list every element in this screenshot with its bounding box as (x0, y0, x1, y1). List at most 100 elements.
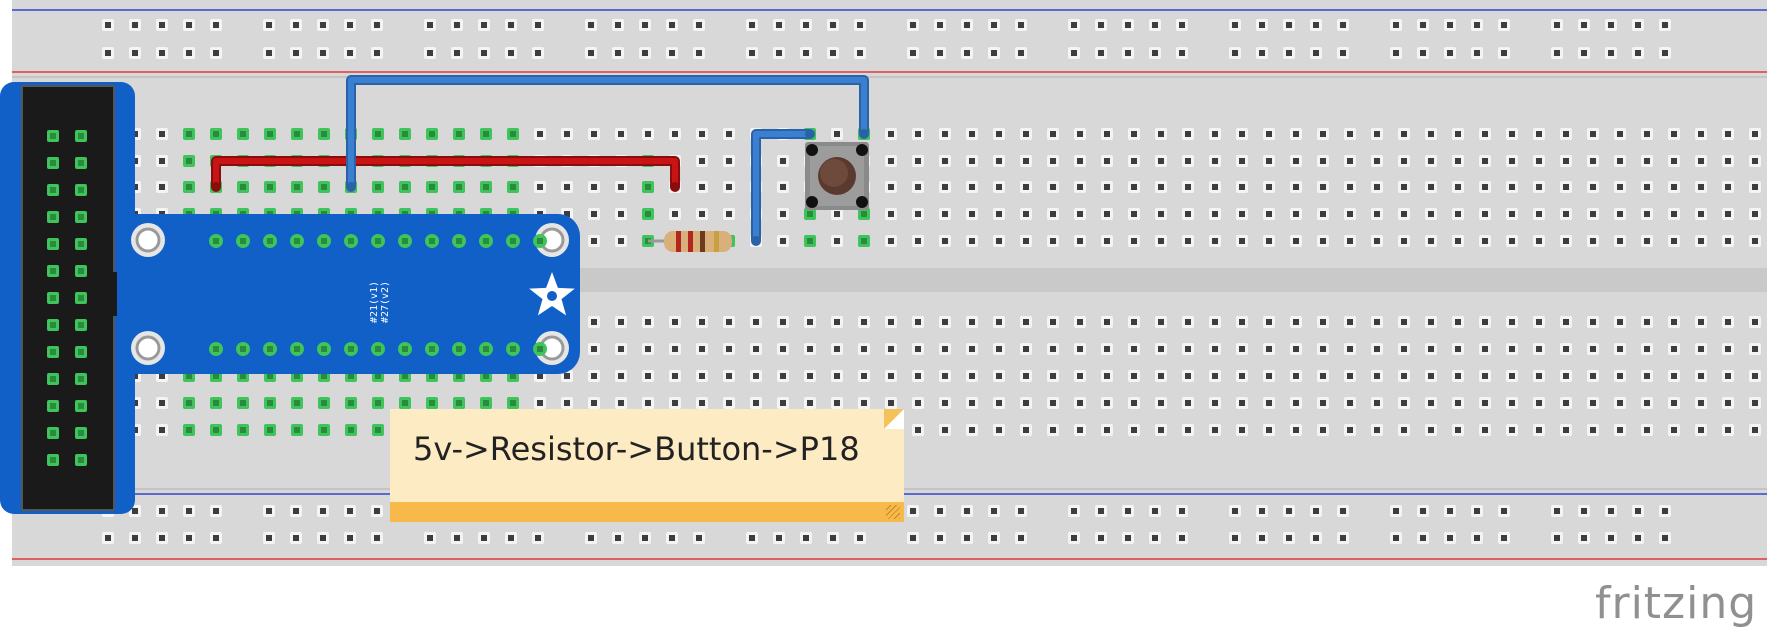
hole-center (456, 400, 462, 406)
hole-center (321, 400, 327, 406)
hole-center (1474, 535, 1480, 541)
sticky-note[interactable]: 5v->Resistor->Button->P18 (390, 409, 904, 522)
hole-center (240, 400, 246, 406)
hole-center (996, 184, 1002, 190)
gpio-pin-center (50, 430, 56, 436)
gpio-pin-center (78, 322, 84, 328)
hole-center (1158, 346, 1164, 352)
hole-center (753, 373, 759, 379)
hole-center (454, 22, 460, 28)
resistor-band (714, 231, 719, 252)
hole-center (1293, 158, 1299, 164)
hole-center (267, 427, 273, 433)
hole-center (213, 400, 219, 406)
hole-center (1023, 373, 1029, 379)
hole-center (1104, 346, 1110, 352)
hole-center (726, 346, 732, 352)
hole-center (1401, 211, 1407, 217)
cobbler-pin-center (294, 346, 300, 352)
hole-center (1185, 211, 1191, 217)
breadboard-diagram: #21(v1)#27(v2) (0, 0, 1767, 566)
hole-center (857, 22, 863, 28)
hole-center (1158, 211, 1164, 217)
hole-center (1662, 535, 1668, 541)
hole-center (375, 184, 381, 190)
hole-center (1293, 400, 1299, 406)
hole-center (699, 184, 705, 190)
hole-center (105, 50, 111, 56)
hole-center (726, 184, 732, 190)
hole-center (969, 319, 975, 325)
hole-center (1152, 22, 1158, 28)
hole-center (861, 238, 867, 244)
hole-center (267, 400, 273, 406)
hole-center (1671, 238, 1677, 244)
red-wire-end (211, 182, 221, 192)
hole-center (991, 535, 997, 541)
hole-center (1393, 50, 1399, 56)
hole-center (857, 50, 863, 56)
hole-center (1698, 373, 1704, 379)
hole-center (535, 22, 541, 28)
gpio-pin-center (50, 160, 56, 166)
hole-center (1185, 346, 1191, 352)
hole-center (803, 535, 809, 541)
hole-center (1482, 373, 1488, 379)
hole-center (1050, 346, 1056, 352)
hole-center (1320, 238, 1326, 244)
hole-center (749, 22, 755, 28)
hole-center (240, 184, 246, 190)
hole-center (1185, 238, 1191, 244)
hole-center (213, 50, 219, 56)
hole-center (618, 346, 624, 352)
hole-center (1266, 400, 1272, 406)
hole-center (535, 535, 541, 541)
hole-center (753, 400, 759, 406)
hole-center (1050, 184, 1056, 190)
hole-center (861, 211, 867, 217)
hole-center (726, 211, 732, 217)
hole-center (1447, 535, 1453, 541)
hole-center (1239, 373, 1245, 379)
hole-center (1554, 50, 1560, 56)
hole-center (1347, 427, 1353, 433)
hole-center (1428, 238, 1434, 244)
hole-center (1131, 184, 1137, 190)
note-resize-grip-icon[interactable] (886, 505, 900, 519)
hole-center (1455, 346, 1461, 352)
cobbler-pin-center (321, 346, 327, 352)
hole-center (1374, 373, 1380, 379)
resistor-body[interactable] (664, 231, 732, 252)
hole-center (834, 319, 840, 325)
hole-center (1347, 346, 1353, 352)
gpio-pin-center (78, 295, 84, 301)
hole-center (1617, 373, 1623, 379)
hole-center (1104, 158, 1110, 164)
hole-center (1617, 211, 1623, 217)
hole-center (1509, 211, 1515, 217)
hole-center (1320, 131, 1326, 137)
hole-center (699, 131, 705, 137)
hole-center (510, 184, 516, 190)
hole-center (320, 535, 326, 541)
hole-center (1752, 319, 1758, 325)
hole-center (915, 400, 921, 406)
hole-center (348, 427, 354, 433)
cobbler-pin-center (537, 238, 543, 244)
hole-center (1313, 535, 1319, 541)
hole-center (1374, 427, 1380, 433)
hole-center (1474, 22, 1480, 28)
hole-center (888, 211, 894, 217)
hole-center (1608, 22, 1614, 28)
hole-center (1671, 346, 1677, 352)
hole-center (1293, 373, 1299, 379)
hole-center (1536, 373, 1542, 379)
hole-center (375, 131, 381, 137)
hole-center (1401, 346, 1407, 352)
hole-center (780, 158, 786, 164)
hole-center (1131, 346, 1137, 352)
hole-center (1239, 238, 1245, 244)
hole-center (1179, 22, 1185, 28)
hole-center (481, 22, 487, 28)
hole-center (1104, 211, 1110, 217)
